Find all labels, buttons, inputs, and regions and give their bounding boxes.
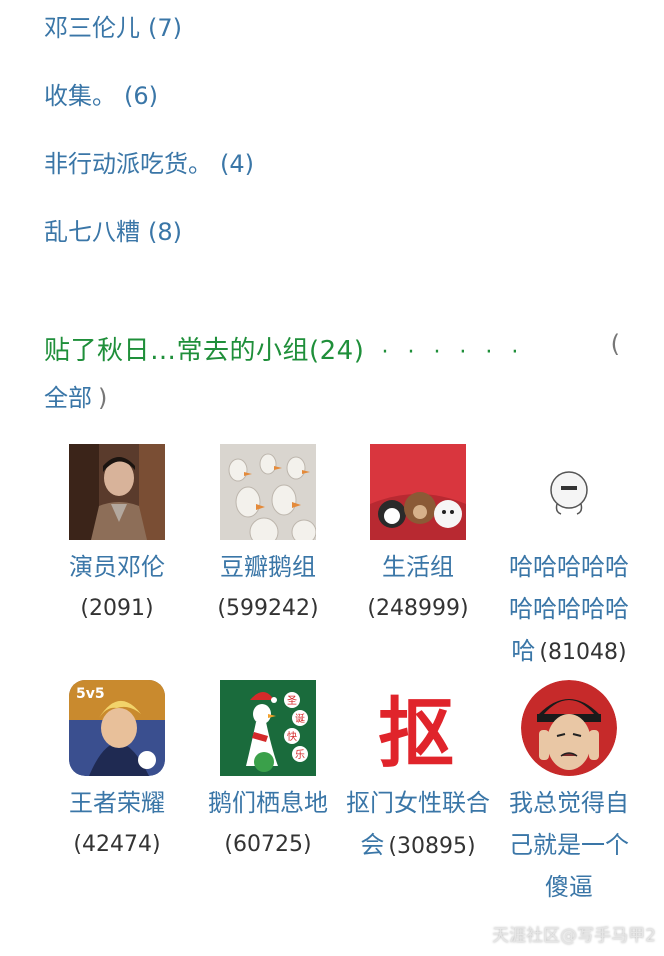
xmas-tag-4: 乐 <box>295 749 305 761</box>
actor-portrait-icon <box>69 444 165 540</box>
group-avatar[interactable] <box>220 444 316 540</box>
group-name[interactable]: 豆瓣鹅组 <box>193 546 343 588</box>
group-card[interactable]: 我总觉得自己就是一个傻逼 <box>494 680 644 908</box>
group-member-count: (2091) <box>80 596 154 621</box>
kou-char: 抠 <box>378 689 454 776</box>
group-avatar[interactable]: 抠 <box>370 680 466 776</box>
album-item[interactable]: 邓三伦儿 (7) <box>44 8 254 76</box>
all-groups-link[interactable]: 全部 <box>44 384 92 412</box>
group-card[interactable]: 演员邓伦 (2091) <box>42 444 192 630</box>
album-name: 非行动派吃货。 <box>44 150 212 178</box>
group-name[interactable]: 我总觉得自己就是一个傻逼 <box>503 782 635 908</box>
xmas-tag-3: 快 <box>287 731 297 743</box>
round-face-doodle-icon <box>521 444 617 540</box>
group-card[interactable]: 抠 抠门女性联合会 (30895) <box>343 680 493 868</box>
group-card[interactable]: 生活组 (248999) <box>343 444 493 630</box>
album-name: 邓三伦儿 <box>44 14 140 42</box>
group-avatar[interactable] <box>69 444 165 540</box>
close-paren: ) <box>98 384 108 412</box>
album-count: (8) <box>148 218 182 246</box>
christmas-goose-icon: 圣 诞 快 乐 <box>220 680 316 776</box>
group-avatar[interactable] <box>521 444 617 540</box>
album-list: 邓三伦儿 (7) 收集。 (6) 非行动派吃货。 (4) 乱七八糟 (8) <box>44 8 254 280</box>
xmas-tag-1: 圣 <box>287 695 297 707</box>
album-count: (7) <box>148 14 182 42</box>
group-card[interactable]: 豆瓣鹅组 (599242) <box>193 444 343 630</box>
section-title: 贴了秋日…常去的小组(24) <box>44 336 365 366</box>
group-name[interactable]: 王者荣耀 <box>42 782 192 824</box>
kou-character-icon: 抠 <box>370 680 466 776</box>
game-app-icon: 5v5 <box>69 680 165 776</box>
game-badge: 5v5 <box>76 686 105 702</box>
xmas-tag-2: 诞 <box>295 712 305 725</box>
group-name[interactable]: 哈哈哈哈哈哈哈哈哈哈哈 (81048) <box>503 546 635 674</box>
group-member-count: (81048) <box>539 640 627 665</box>
open-paren: ( <box>610 330 620 358</box>
group-name[interactable]: 鹅们栖息地 <box>193 782 343 824</box>
group-member-count: (42474) <box>73 832 161 857</box>
album-name: 乱七八糟 <box>44 218 140 246</box>
watermark: 天涯社区@写手马甲2 <box>492 926 656 946</box>
group-avatar[interactable] <box>521 680 617 776</box>
album-count: (6) <box>124 82 158 110</box>
all-link-line: 全部) <box>44 378 107 413</box>
group-avatar[interactable] <box>370 444 466 540</box>
bears-cartoon-icon <box>370 444 466 540</box>
album-item[interactable]: 乱七八糟 (8) <box>44 212 254 280</box>
group-avatar[interactable]: 5v5 <box>69 680 165 776</box>
group-name[interactable]: 演员邓伦 <box>42 546 192 588</box>
section-dots: · · · · · · <box>381 340 525 365</box>
group-avatar[interactable]: 圣 诞 快 乐 <box>220 680 316 776</box>
group-card[interactable]: 圣 诞 快 乐 鹅们栖息地 (60725) <box>193 680 343 866</box>
group-member-count: (60725) <box>224 832 312 857</box>
group-member-count: (248999) <box>367 596 469 621</box>
group-name[interactable]: 生活组 <box>343 546 493 588</box>
geese-photo-icon <box>220 444 316 540</box>
album-count: (4) <box>220 150 254 178</box>
groups-section-header: 贴了秋日…常去的小组(24) · · · · · · ( <box>44 330 644 367</box>
meme-face-icon <box>521 680 617 776</box>
group-member-count: (30895) <box>388 834 476 859</box>
album-item[interactable]: 非行动派吃货。 (4) <box>44 144 254 212</box>
group-card[interactable]: 哈哈哈哈哈哈哈哈哈哈哈 (81048) <box>494 444 644 674</box>
album-item[interactable]: 收集。 (6) <box>44 76 254 144</box>
group-card[interactable]: 5v5 王者荣耀 (42474) <box>42 680 192 866</box>
album-name: 收集。 <box>44 82 116 110</box>
group-name[interactable]: 抠门女性联合会 (30895) <box>343 782 493 868</box>
group-member-count: (599242) <box>217 596 319 621</box>
